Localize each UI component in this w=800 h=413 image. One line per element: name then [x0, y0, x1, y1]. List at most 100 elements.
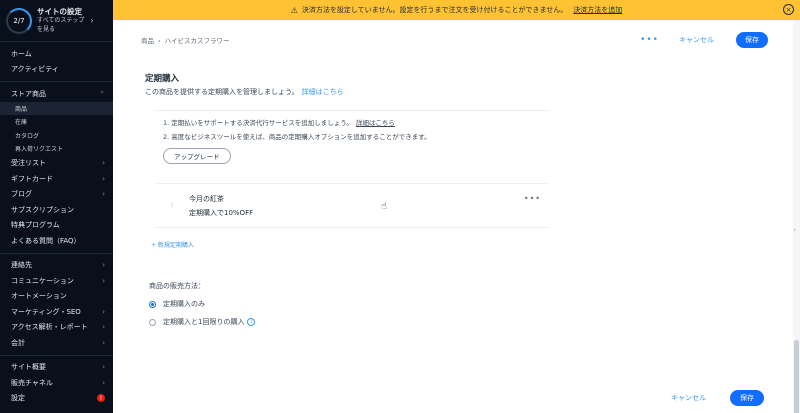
- section-subtitle: この商品を提供する定期購入を管理しましょう。 詳細はこちら: [145, 87, 541, 97]
- upsell-step-1: 1. 定期払いをサポートする決済代行サービスを追加しましょう。 詳細はこちら: [163, 117, 549, 127]
- payment-warning-banner: ⚠ 決済方法を設定していません。設定を行うまで注文を受け付けることができません。…: [113, 0, 800, 20]
- sidebar-item-blog[interactable]: ブログ ›: [0, 187, 113, 203]
- subscription-plan-row[interactable]: ⁝ 今月の紅茶 定期購入で10%OFF •••: [155, 183, 549, 228]
- sidebar-item-label: サブスクリプション: [11, 205, 74, 214]
- radio-subscription-only[interactable]: 定期購入のみ: [149, 299, 255, 309]
- upsell-step-1-text: 1. 定期払いをサポートする決済代行サービスを追加しましょう。: [163, 119, 353, 127]
- sidebar-item-label: アクティビティ: [11, 65, 59, 74]
- sidebar-item-label: 特典プログラム: [11, 221, 60, 230]
- sidebar-item-analytics[interactable]: アクセス解析・レポート ›: [0, 320, 113, 336]
- plan-description: 定期購入で10%OFF: [189, 208, 254, 217]
- header-actions: ••• キャンセル 保存: [640, 32, 768, 48]
- sidebar-item-label: 商品: [15, 105, 28, 113]
- section-title: 定期購入: [145, 74, 180, 84]
- info-icon[interactable]: i: [247, 318, 256, 326]
- sidebar-item-label: コミュニケーション: [11, 276, 74, 285]
- plan-more-actions-icon[interactable]: •••: [524, 194, 541, 203]
- sidebar-item-home[interactable]: ホーム: [0, 46, 113, 62]
- sidebar-item-label: 受注リスト: [11, 159, 46, 168]
- sidebar-item-store-products[interactable]: ストア商品 ⌃: [0, 86, 113, 102]
- sidebar-item-subscriptions[interactable]: サブスクリプション: [0, 202, 113, 218]
- add-subscription-plan-link[interactable]: + 新規定期購入: [151, 240, 194, 249]
- drag-handle-icon[interactable]: ⁝: [155, 201, 189, 210]
- upgrade-notice: 1. 定期払いをサポートする決済代行サービスを追加しましょう。 詳細はこちら 2.…: [155, 110, 549, 170]
- chevron-right-icon: ›: [102, 261, 105, 270]
- nav-group-customers: 連絡先 › コミュニケーション › オートメーション マーケティング・SEO › アク…: [0, 254, 113, 356]
- sidebar-item-label: ギフトカード: [11, 174, 53, 183]
- banner-text: 決済方法を設定していません。設定を行うまで注文を受け付けることができません。: [301, 6, 568, 14]
- sidebar-item-label: 在庫: [15, 119, 28, 127]
- sidebar-item-gift-cards[interactable]: ギフトカード ›: [0, 171, 113, 187]
- chevron-right-icon: ›: [102, 159, 105, 168]
- scrollbar[interactable]: [793, 20, 800, 413]
- footer-cancel-button[interactable]: キャンセル: [671, 393, 706, 403]
- plan-info: 今月の紅茶 定期購入で10%OFF: [189, 194, 253, 218]
- sidebar-item-settings[interactable]: 設定!: [0, 391, 113, 407]
- nav-group-business: ストア商品 ⌃ 商品 在庫 カタログ 再入荷リクエスト 受注リスト › ギフトカード…: [0, 82, 113, 254]
- chevron-right-icon: ›: [90, 16, 94, 25]
- selling-method-section: 商品の販売方法： 定期購入のみ 定期購入と1回限りの購入 i: [149, 281, 256, 327]
- chevron-right-icon: ›: [102, 174, 105, 183]
- sidebar-item-site-overview[interactable]: サイト概要 ›: [0, 360, 113, 376]
- subscriptions-section-header: 定期購入 この商品を提供する定期購入を管理しましょう。 詳細はこちら: [145, 72, 541, 97]
- sidebar-item-label: マーケティング・SEO: [11, 307, 81, 316]
- sidebar-subitem-catalog[interactable]: カタログ: [0, 129, 113, 143]
- section-subtitle-text: この商品を提供する定期購入を管理しましょう。: [145, 88, 299, 96]
- nav-group-site: サイト概要 › 販売チャネル › 設定!: [0, 356, 113, 411]
- sidebar-item-communications[interactable]: コミュニケーション ›: [0, 273, 113, 289]
- selling-method-label: 商品の販売方法：: [149, 282, 205, 290]
- radio-subscription-and-one-time[interactable]: 定期購入と1回限りの購入 i: [149, 317, 256, 327]
- setup-text: サイトの設定 すべてのステップ を見る: [37, 7, 84, 34]
- chevron-right-icon: ›: [102, 307, 105, 316]
- sidebar-item-label: 販売チャネル: [11, 378, 53, 387]
- more-actions-icon[interactable]: •••: [640, 35, 659, 45]
- hand-cursor-icon: ☝: [381, 201, 388, 212]
- footer-actions: キャンセル 保存: [671, 390, 764, 406]
- settings-alert-badge: !: [97, 394, 105, 403]
- radio-selected-icon[interactable]: [149, 300, 156, 308]
- save-button[interactable]: 保存: [736, 32, 768, 48]
- learn-more-link[interactable]: 詳細はこちら: [302, 88, 344, 96]
- radio-label: 定期購入のみ: [163, 300, 205, 308]
- sidebar-item-loyalty[interactable]: 特典プログラム: [0, 218, 113, 234]
- chevron-up-icon: ⌃: [99, 89, 105, 98]
- chevron-right-icon: ›: [102, 276, 105, 285]
- sidebar-item-label: 連絡先: [11, 261, 32, 270]
- sidebar-item-sales-channels[interactable]: 販売チャネル ›: [0, 375, 113, 391]
- upgrade-button[interactable]: アップグレード: [163, 148, 231, 164]
- chevron-right-icon: ›: [102, 323, 105, 332]
- sidebar-item-activity[interactable]: アクティビティ: [0, 62, 113, 78]
- sidebar-subitem-inventory[interactable]: 在庫: [0, 115, 113, 129]
- site-setup-widget[interactable]: 2/7 サイトの設定 すべてのステップ を見る ›: [0, 0, 113, 42]
- sidebar-item-orders[interactable]: 受注リスト ›: [0, 156, 113, 172]
- chevron-right-icon: ›: [102, 363, 105, 372]
- sidebar-item-label: ストア商品: [11, 89, 46, 98]
- radio-label: 定期購入と1回限りの購入: [163, 318, 245, 326]
- chevron-right-icon: ›: [102, 190, 105, 199]
- breadcrumb-products[interactable]: 商品: [141, 37, 154, 45]
- sidebar-item-label: 設定: [11, 394, 25, 403]
- sidebar-item-contacts[interactable]: 連絡先 ›: [0, 258, 113, 274]
- setup-progress-ring: 2/7: [6, 7, 32, 34]
- cancel-button[interactable]: キャンセル: [679, 35, 714, 45]
- sidebar-item-marketing-seo[interactable]: マーケティング・SEO ›: [0, 304, 113, 320]
- sidebar-item-accounting[interactable]: 会計 ›: [0, 335, 113, 351]
- add-payment-link[interactable]: 決済方法を追加: [573, 5, 622, 15]
- footer-save-button[interactable]: 保存: [730, 390, 764, 406]
- sidebar-item-faq[interactable]: よくある質問（FAQ）: [0, 233, 113, 249]
- sidebar-item-label: 会計: [11, 338, 25, 347]
- chevron-right-icon[interactable]: ›: [793, 226, 796, 234]
- sidebar-item-label: ブログ: [11, 190, 32, 199]
- sidebar-item-label: カタログ: [15, 132, 40, 140]
- sidebar-item-label: 再入荷リクエスト: [15, 146, 64, 154]
- upsell-learn-more-link[interactable]: 詳細はこちら: [356, 119, 395, 127]
- scrollbar-thumb[interactable]: [794, 340, 799, 413]
- sidebar-item-automations[interactable]: オートメーション: [0, 289, 113, 305]
- sidebar-item-label: オートメーション: [11, 292, 67, 301]
- setup-title: サイトの設定: [37, 7, 82, 16]
- warning-icon: ⚠: [290, 5, 298, 15]
- radio-unselected-icon[interactable]: [149, 318, 156, 326]
- sidebar-subitem-restock-requests[interactable]: 再入荷リクエスト: [0, 142, 113, 156]
- close-icon[interactable]: ×: [783, 4, 794, 15]
- sidebar-subitem-products[interactable]: 商品: [0, 101, 113, 115]
